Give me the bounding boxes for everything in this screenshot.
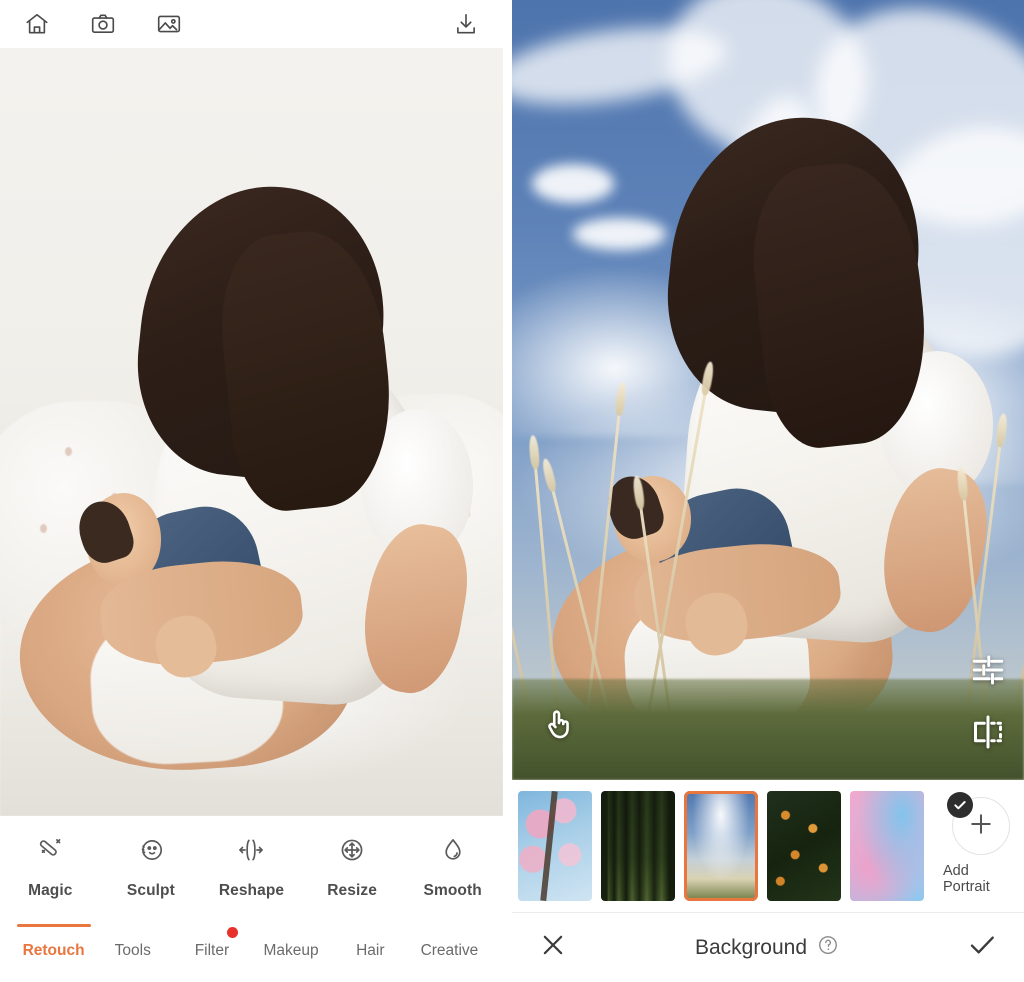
original-photo[interactable] (0, 48, 503, 816)
download-save-icon[interactable] (451, 9, 481, 39)
edited-photo[interactable] (512, 0, 1024, 780)
tool-sculpt[interactable]: Sculpt (105, 830, 197, 900)
check-confirm-icon[interactable] (966, 929, 998, 966)
tab-label: Creative (420, 942, 479, 959)
retouch-tool-row: Magic Sculpt Reshape Resize Smooth (0, 816, 503, 920)
close-x-icon[interactable] (538, 930, 568, 965)
reshape-arrows-icon (234, 830, 268, 870)
tool-label: Magic (28, 882, 73, 899)
tool-smooth[interactable]: Smooth (407, 830, 499, 900)
top-toolbar (0, 0, 503, 48)
tool-label: Sculpt (126, 882, 175, 899)
add-portrait-button[interactable]: Add Portrait (943, 792, 1018, 895)
background-thumb-pink-blue-watercolor[interactable] (850, 791, 924, 901)
tab-label: Hair (356, 942, 385, 959)
panel-title: Background (694, 935, 808, 959)
tab-label: Makeup (263, 942, 319, 959)
background-thumbnail-strip[interactable]: Add Portrait (512, 780, 1024, 912)
tap-hand-gesture-icon (542, 704, 576, 747)
tab-label: Filter (194, 942, 230, 959)
home-icon[interactable] (22, 9, 52, 39)
tab-creative[interactable]: Creative (410, 942, 489, 960)
panel-divider (503, 0, 512, 982)
tool-reshape[interactable]: Reshape (205, 830, 297, 900)
tab-retouch[interactable]: Retouch (14, 924, 93, 960)
tool-label: Smooth (423, 882, 482, 899)
tool-label: Reshape (218, 882, 285, 899)
right-panel-edited: Add Portrait Background (512, 0, 1024, 982)
magic-wand-icon (33, 830, 67, 870)
flip-mirror-icon[interactable] (968, 712, 1008, 757)
edited-photo-ground (512, 678, 1024, 780)
background-thumb-sky-field[interactable] (684, 791, 758, 901)
camera-icon[interactable] (88, 9, 118, 39)
left-panel-original: Magic Sculpt Reshape Resize Smooth Retou… (0, 0, 503, 982)
category-tab-bar: Retouch Tools Filter Makeup Hair Creativ… (0, 920, 503, 982)
background-thumb-cherry-blossom[interactable] (518, 791, 592, 901)
tab-tools[interactable]: Tools (93, 942, 172, 960)
gallery-image-icon[interactable] (154, 9, 184, 39)
background-action-bar: Background (512, 912, 1024, 982)
tab-hair[interactable]: Hair (331, 942, 410, 960)
add-portrait-circle[interactable] (946, 792, 1010, 855)
tab-filter[interactable]: Filter (172, 927, 251, 960)
plus-icon (966, 809, 996, 844)
tool-resize[interactable]: Resize (306, 830, 398, 900)
background-thumb-forest[interactable] (601, 791, 675, 901)
background-thumb-dark-foliage[interactable] (767, 791, 841, 901)
resize-move-icon (335, 830, 369, 870)
face-sculpt-icon (134, 830, 168, 870)
tool-magic[interactable]: Magic (4, 830, 96, 900)
action-bar-title-group: Background (568, 934, 966, 961)
filter-new-badge-dot (226, 927, 238, 938)
adjust-sliders-icon[interactable] (968, 650, 1008, 695)
help-question-icon[interactable] (817, 934, 839, 961)
tab-label: Tools (114, 942, 151, 959)
water-droplet-icon (436, 830, 470, 870)
tool-label: Resize (327, 882, 377, 899)
tab-makeup[interactable]: Makeup (252, 942, 331, 960)
active-tab-underline (16, 924, 91, 927)
app-screen: Magic Sculpt Reshape Resize Smooth Retou… (0, 0, 1024, 982)
check-badge-icon (946, 792, 973, 818)
tab-label: Retouch (22, 942, 85, 959)
add-portrait-label: Add Portrait (943, 863, 990, 895)
